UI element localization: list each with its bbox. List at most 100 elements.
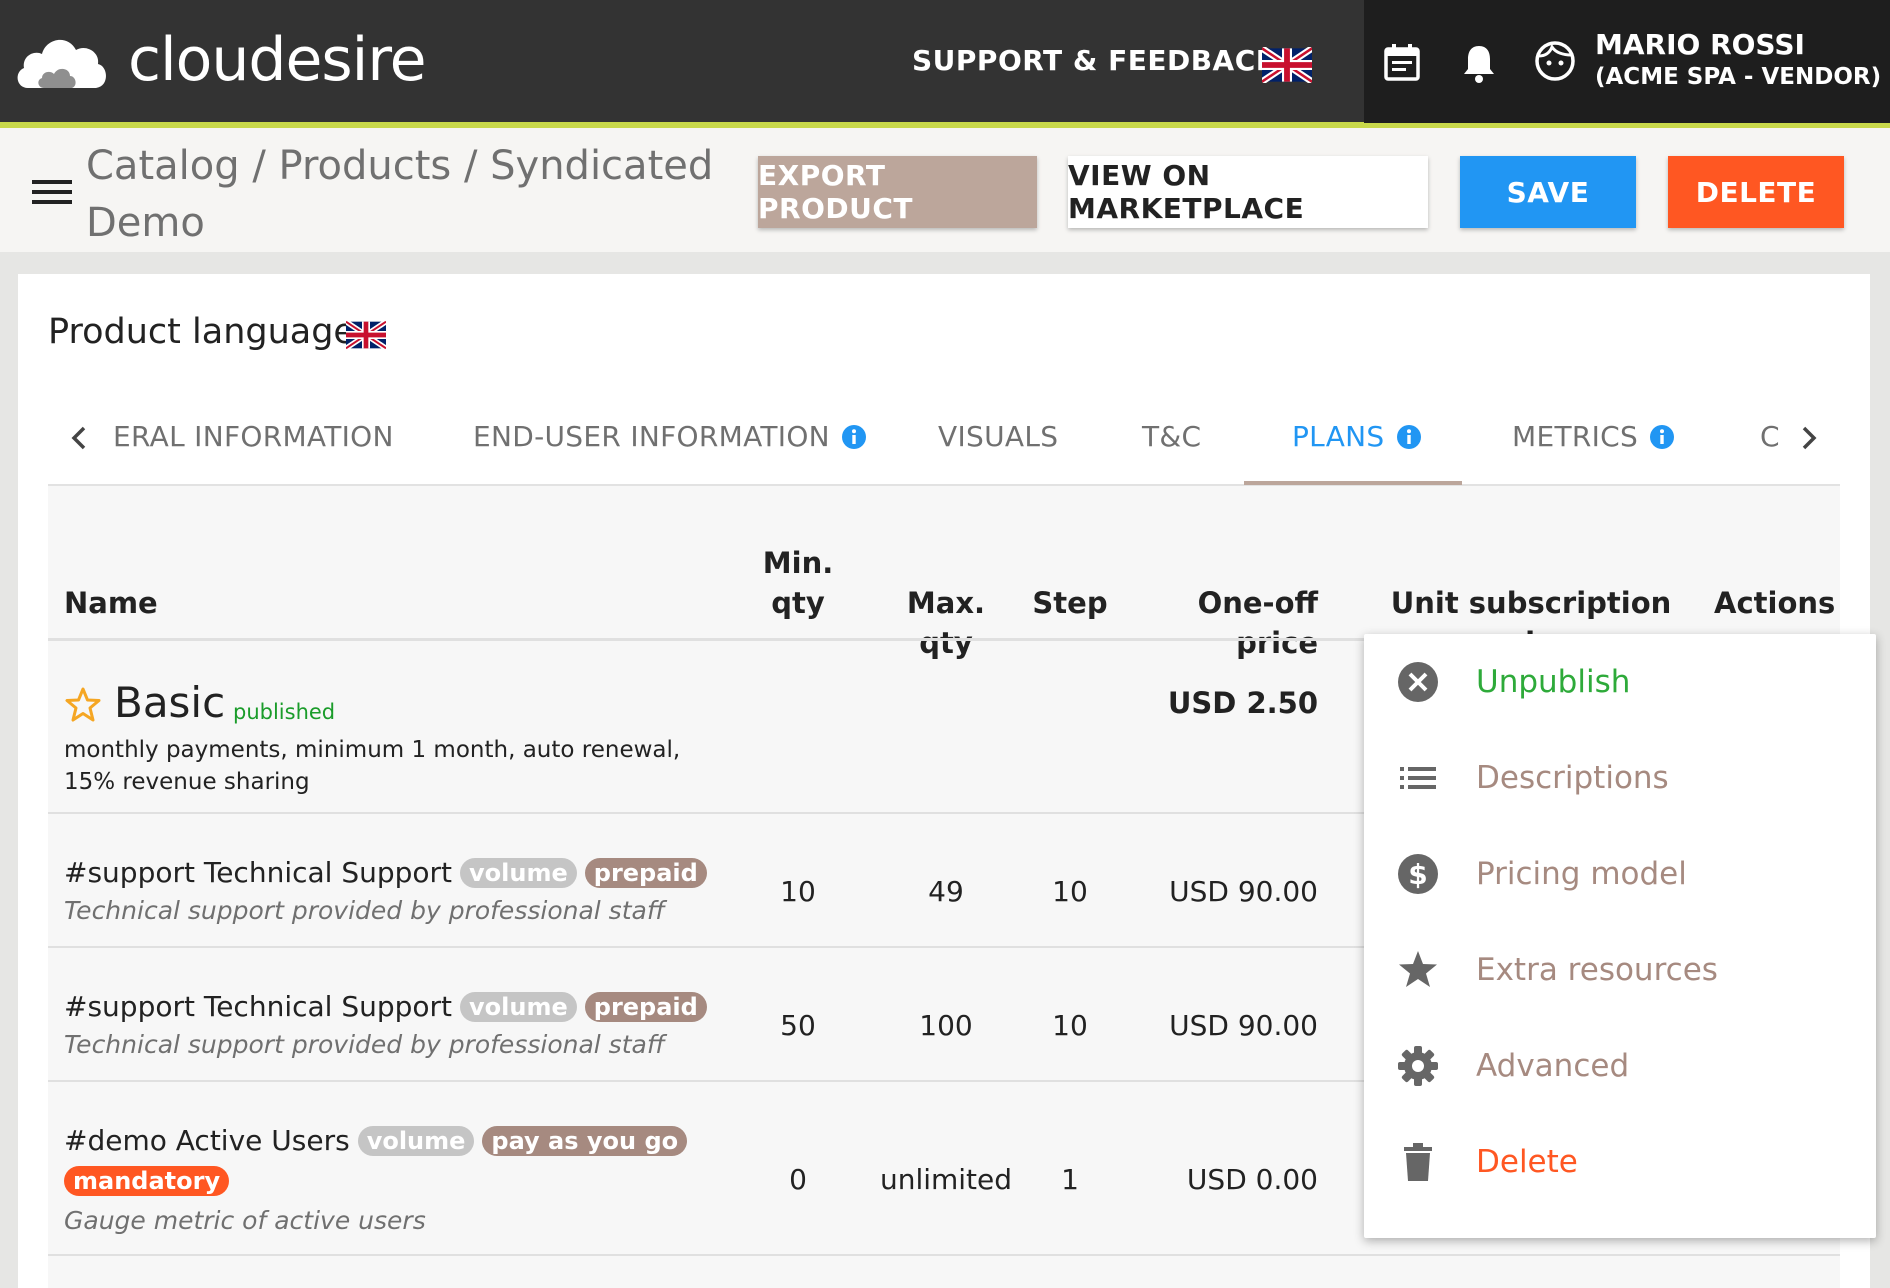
row-max-qty: unlimited [879,1163,1013,1196]
user-name[interactable]: MARIO ROSSI [1595,28,1805,61]
header-min-qty-line1: Min. [762,546,834,580]
info-icon [841,424,866,449]
trash-icon [1404,1143,1432,1181]
plan-actions-menu: Unpublish Descriptions $ Pricing model E… [1364,634,1876,1238]
row-step: 10 [1052,875,1088,908]
row-description: Technical support provided by profession… [64,1030,665,1059]
row-price: USD 90.00 [1169,875,1318,908]
row-max-qty: 100 [919,1009,973,1042]
row-min-qty: 0 [789,1163,807,1196]
menu-item-label: Unpublish [1476,664,1631,700]
volume-badge: volume [460,991,577,1022]
table-row: #support Technical Support volume prepai… [64,990,707,1023]
header-actions: Actions [1714,586,1836,620]
mandatory-badge-row: mandatory [64,1166,230,1196]
prepaid-badge: prepaid [584,991,707,1022]
svg-text:$: $ [1408,858,1427,891]
info-icon [1396,424,1421,449]
menu-item-pricing-model[interactable]: $ Pricing model [1364,826,1876,922]
header-name: Name [64,586,158,620]
tab-label: C [1760,420,1780,453]
tab-general-information[interactable]: ERAL INFORMATION [113,420,394,453]
row-price: USD 0.00 [1186,1163,1318,1196]
row-title: #demo Active Users [64,1124,350,1157]
uk-flag-icon[interactable] [1262,47,1312,83]
menu-item-unpublish[interactable]: Unpublish [1364,634,1876,730]
default-plan-star-icon[interactable] [64,686,102,724]
mandatory-badge: mandatory [64,1166,230,1196]
row-min-qty: 50 [780,1009,816,1042]
tab-terms-conditions[interactable]: T&C [1142,420,1201,453]
tab-label: PLANS [1292,420,1385,453]
row-max-qty: 49 [928,875,964,908]
tab-label: METRICS [1512,420,1639,453]
row-price: USD 90.00 [1169,1009,1318,1042]
product-language-label: Product language [48,312,355,352]
view-on-marketplace-button[interactable]: VIEW ON MARKETPLACE [1068,156,1428,228]
dollar-circle-icon: $ [1398,854,1438,894]
tab-label: ERAL INFORMATION [113,420,394,453]
pay-as-you-go-badge: pay as you go [482,1125,688,1156]
prepaid-badge: prepaid [584,857,707,888]
menu-item-label: Advanced [1476,1048,1630,1084]
cancel-circle-icon [1398,662,1438,702]
tab-visuals[interactable]: VISUALS [938,420,1058,453]
plan-name: Basic [114,678,226,727]
tab-truncated[interactable]: C [1760,420,1780,453]
menu-item-descriptions[interactable]: Descriptions [1364,730,1876,826]
menu-item-delete[interactable]: Delete [1364,1114,1876,1210]
header-min-qty-line2: qty [771,586,825,620]
support-feedback-link[interactable]: SUPPORT & FEEDBACK [912,44,1278,77]
list-icon [1400,767,1436,789]
menu-item-label: Descriptions [1476,760,1669,796]
tab-label: END-USER INFORMATION [473,420,830,453]
row-description: Gauge metric of active users [64,1206,426,1235]
row-min-qty: 10 [780,875,816,908]
menu-item-label: Pricing model [1476,856,1687,892]
row-title: #support Technical Support [64,856,453,889]
uk-flag-icon[interactable] [346,320,386,350]
tab-scroll-left-icon[interactable] [68,420,92,456]
cloud-logo-icon [17,39,107,88]
tab-scroll-right-icon[interactable] [1796,420,1820,456]
save-button[interactable]: SAVE [1460,156,1636,228]
tab-end-user-information[interactable]: END-USER INFORMATION [473,420,866,453]
row-description: Technical support provided by profession… [64,896,665,925]
menu-item-label: Delete [1476,1144,1578,1180]
row-divider [48,1254,1840,1256]
logo-text: cloudesire [128,25,427,95]
tab-label: T&C [1142,420,1202,453]
row-step: 10 [1052,1009,1088,1042]
info-icon [1650,424,1675,449]
menu-item-extra-resources[interactable]: Extra resources [1364,922,1876,1018]
user-company[interactable]: (ACME SPA - VENDOR) [1595,64,1881,90]
table-row: #support Technical Support volume prepai… [64,856,707,889]
header-step: Step [1032,586,1108,620]
bell-icon[interactable] [1459,42,1499,84]
table-row: #demo Active Users volume pay as you go [64,1124,688,1157]
header-max-qty: Max. qty [906,586,986,660]
row-step: 1 [1061,1163,1079,1196]
header-one-off-price: One-off price [1197,586,1318,660]
delete-button[interactable]: DELETE [1668,156,1844,228]
user-avatar-icon[interactable] [1534,40,1576,82]
hamburger-menu-icon[interactable] [32,178,72,206]
plan-status: published [233,700,336,724]
cloudesire-logo[interactable]: cloudesire [14,25,427,95]
gear-icon [1398,1046,1438,1086]
row-title: #support Technical Support [64,990,453,1023]
plan-description: monthly payments, minimum 1 month, auto … [64,737,681,795]
user-zone [1364,0,1890,123]
plan-one-off-price: USD 2.50 [1167,686,1318,720]
calendar-icon[interactable] [1382,42,1422,82]
export-product-button[interactable]: EXPORT PRODUCT [758,156,1037,228]
tab-plans[interactable]: PLANS [1292,420,1421,453]
active-tab-indicator [1244,481,1462,485]
tab-metrics[interactable]: METRICS [1512,420,1675,453]
volume-badge: volume [460,857,577,888]
breadcrumb: Catalog / Products / Syndicated Demo [86,143,714,246]
tab-label: VISUALS [938,420,1059,453]
volume-badge: volume [357,1125,475,1156]
menu-item-label: Extra resources [1476,952,1718,988]
menu-item-advanced[interactable]: Advanced [1364,1018,1876,1114]
